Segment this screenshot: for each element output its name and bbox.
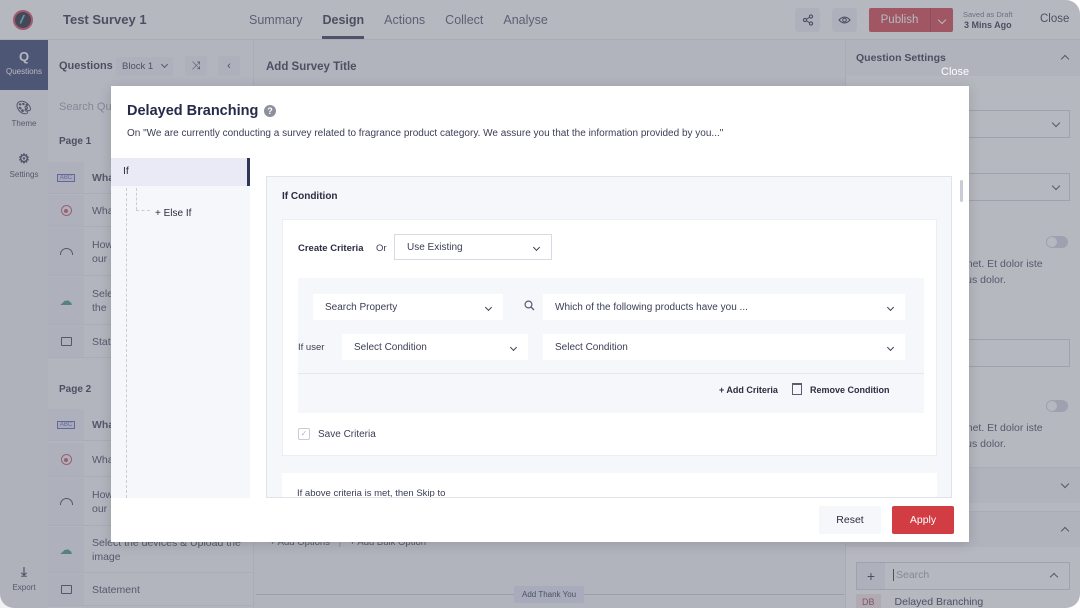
branch-connector — [136, 210, 150, 211]
save-criteria-label[interactable]: Save Criteria — [318, 429, 376, 440]
modal-footer: Reset Apply — [111, 498, 969, 542]
add-criteria-button[interactable]: + Add Criteria — [719, 385, 778, 395]
if-user-label: If user — [298, 342, 325, 353]
skip-to-box: If above criteria is met, then Skip to — [282, 473, 937, 498]
save-criteria-checkbox[interactable]: ✓ — [298, 428, 310, 440]
trash-icon[interactable] — [792, 383, 802, 395]
if-condition-title: If Condition — [282, 191, 338, 202]
use-existing-value: Use Existing — [407, 241, 463, 253]
remove-condition-button[interactable]: Remove Condition — [810, 385, 890, 395]
question-select-value: Which of the following products have you… — [555, 301, 748, 313]
apply-button[interactable]: Apply — [892, 506, 954, 534]
help-icon[interactable]: ? — [264, 105, 276, 117]
scrollbar[interactable] — [960, 180, 963, 202]
chevron-down-icon — [509, 343, 518, 351]
search-property-select[interactable]: Search Property — [313, 294, 503, 320]
branch-connector — [126, 188, 127, 498]
condition-select-operator[interactable]: Select Condition — [342, 334, 528, 360]
reset-button[interactable]: Reset — [819, 506, 881, 534]
skip-to-label: If above criteria is met, then Skip to — [297, 488, 446, 498]
delayed-branching-modal: Delayed Branching ? On "We are currently… — [111, 86, 969, 542]
if-condition-panel: If Condition Create Criteria Or Use Exis… — [266, 176, 952, 498]
chevron-down-icon — [886, 303, 895, 311]
overlay-close-button[interactable]: Close — [941, 66, 969, 78]
search-icon — [524, 300, 535, 314]
create-criteria-label[interactable]: Create Criteria — [298, 243, 363, 254]
search-property-value: Search Property — [325, 301, 398, 313]
chevron-down-icon — [484, 303, 493, 311]
question-select[interactable]: Which of the following products have you… — [543, 294, 905, 320]
branch-sidebar: If + Else If — [111, 158, 250, 498]
criteria-box: Create Criteria Or Use Existing Search P… — [282, 219, 937, 456]
criteria-row-group: Search Property Which of the following p… — [298, 278, 924, 413]
modal-subtitle: On "We are currently conducting a survey… — [127, 128, 724, 139]
branch-if-tab[interactable]: If — [111, 158, 250, 186]
use-existing-select[interactable]: Use Existing — [394, 234, 552, 260]
add-else-if-button[interactable]: + Else If — [155, 208, 191, 219]
chevron-down-icon — [886, 343, 895, 351]
divider — [298, 373, 924, 374]
condition-select-value: Select Condition — [555, 341, 628, 353]
modal-title: Delayed Branching — [127, 103, 259, 119]
chevron-down-icon — [532, 243, 541, 251]
condition-select-value-field[interactable]: Select Condition — [543, 334, 905, 360]
condition-select-value: Select Condition — [354, 341, 427, 353]
or-label: Or — [376, 243, 387, 254]
branch-connector — [136, 188, 137, 210]
